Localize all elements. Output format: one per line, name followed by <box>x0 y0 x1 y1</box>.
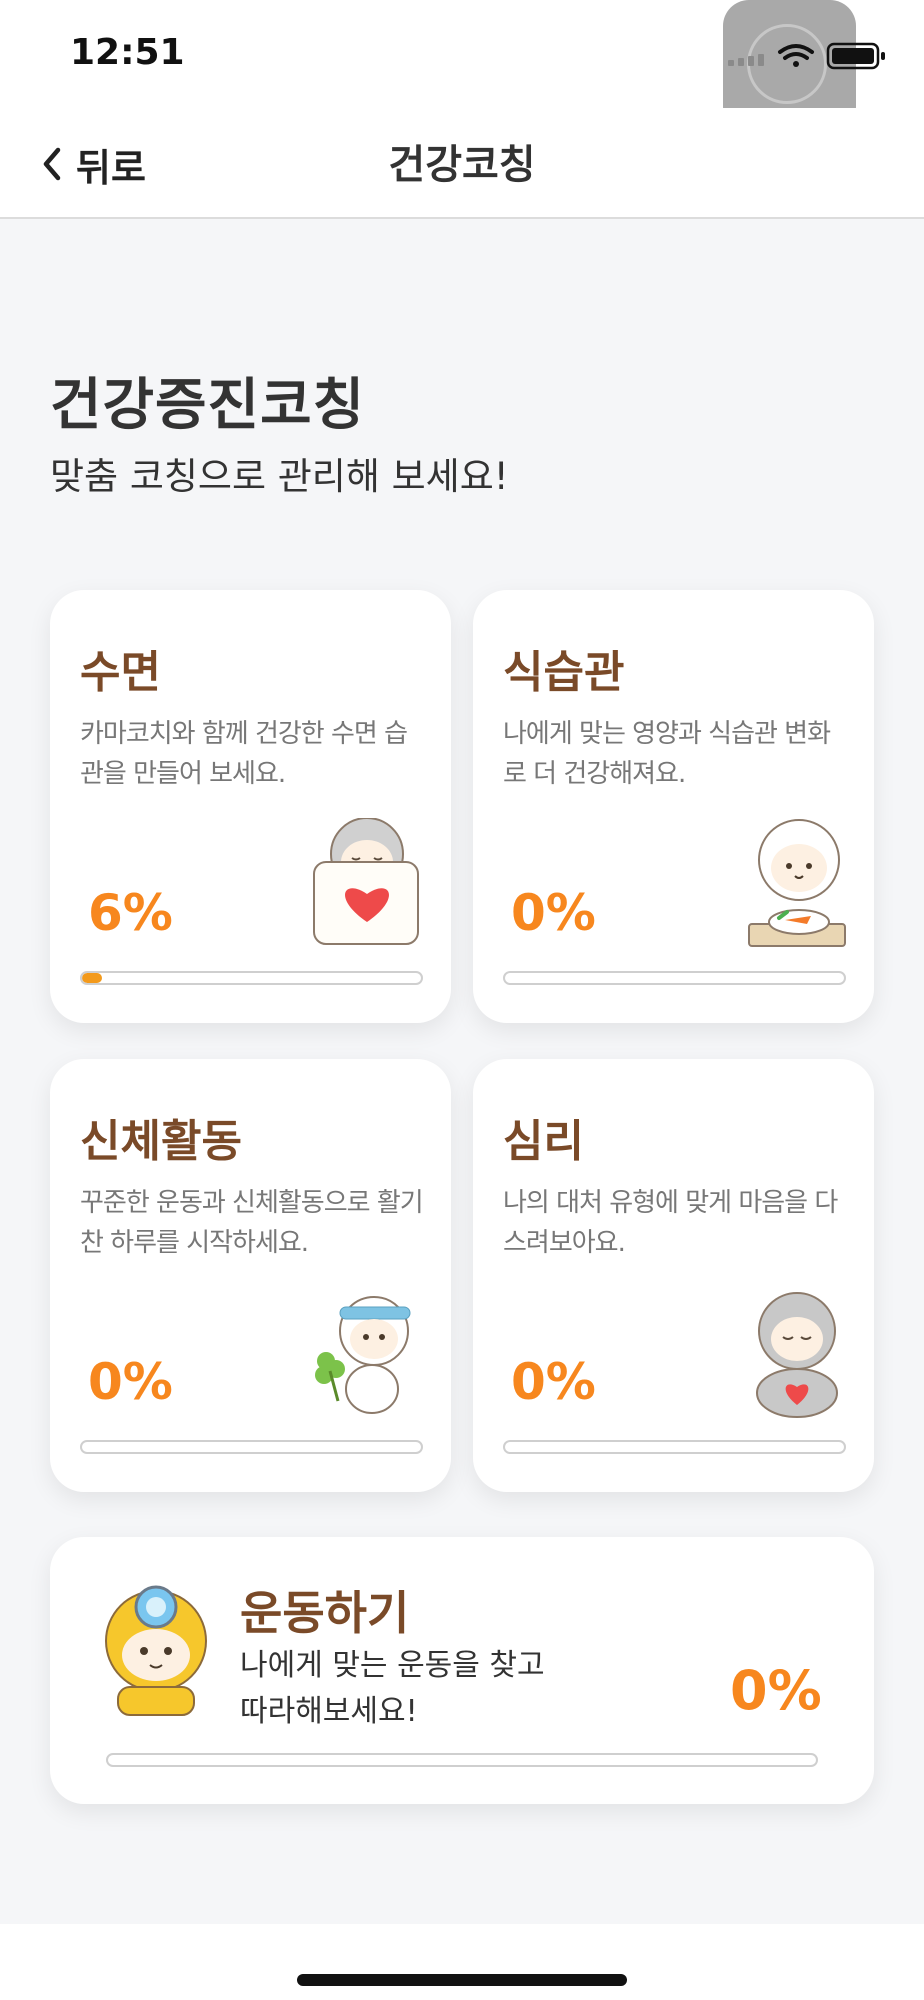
progress-percent: 0% <box>88 1353 173 1411</box>
tiger-character-icon <box>105 1585 207 1716</box>
progress-bar <box>503 1440 846 1454</box>
card-description: 꾸준한 운동과 신체활동으로 활기찬 하루를 시작하세요. <box>80 1188 424 1258</box>
bottom-safe-area <box>0 1924 924 2000</box>
exercise-card[interactable]: 운동하기 나에게 맞는 운동을 찾고 따라해보세요! 0% <box>50 1537 874 1804</box>
card-title: 수면 <box>80 647 161 698</box>
coaching-card-psychology[interactable]: 심리 나의 대처 유형에 맞게 마음을 다스려보아요. 0% <box>473 1059 874 1492</box>
status-time: 12:51 <box>70 32 185 73</box>
page-title: 건강코칭 <box>388 142 536 188</box>
battery-icon <box>826 42 885 70</box>
card-title: 식습관 <box>503 647 625 698</box>
home-indicator[interactable] <box>297 1974 627 1986</box>
card-description: 나에게 맞는 영양과 식습관 변화로 더 건강해져요. <box>503 719 831 789</box>
progress-bar <box>80 1440 423 1454</box>
card-title: 신체활동 <box>80 1116 242 1167</box>
card-description: 나의 대처 유형에 맞게 마음을 다스려보아요. <box>503 1188 838 1258</box>
progress-fill <box>82 973 103 983</box>
progress-percent: 6% <box>88 884 173 942</box>
progress-bar <box>503 971 846 985</box>
eating-character-icon <box>748 819 846 947</box>
status-icons <box>728 42 885 70</box>
progress-percent: 0% <box>730 1659 822 1722</box>
progress-bar <box>106 1753 818 1767</box>
meditating-character-icon <box>756 1292 838 1418</box>
progress-bar <box>80 971 423 985</box>
coaching-card-diet[interactable]: 식습관 나에게 맞는 영양과 식습관 변화로 더 건강해져요. 0% <box>473 590 874 1023</box>
coaching-card-sleep[interactable]: 수면 카마코치와 함께 건강한 수면 습관을 만들어 보세요. 6% <box>50 590 451 1023</box>
card-description: 카마코치와 함께 건강한 수면 습관을 만들어 보세요. <box>80 719 408 789</box>
exercise-title: 운동하기 <box>240 1586 410 1640</box>
sleeping-character-icon <box>313 818 419 945</box>
exercise-description: 나에게 맞는 운동을 찾고 따라해보세요! <box>240 1648 545 1729</box>
section-subtitle: 맞춤 코칭으로 관리해 보세요! <box>50 455 509 498</box>
wifi-icon <box>778 44 814 67</box>
section-title: 건강증진코칭 <box>50 373 366 438</box>
progress-percent: 0% <box>511 1353 596 1411</box>
coaching-card-physical-activity[interactable]: 신체활동 꾸준한 운동과 신체활동으로 활기찬 하루를 시작하세요. 0% <box>50 1059 451 1492</box>
exercising-character-icon <box>315 1296 411 1414</box>
progress-percent: 0% <box>511 884 596 942</box>
card-title: 심리 <box>503 1116 584 1167</box>
navigation-bar: 뒤로 건강코칭 <box>0 108 924 219</box>
cellular-signal-icon <box>728 54 764 66</box>
